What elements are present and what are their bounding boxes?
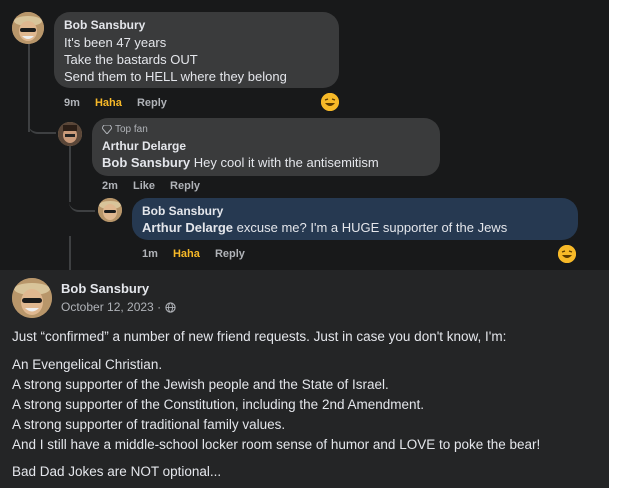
avatar[interactable] xyxy=(58,122,82,146)
post-date-text[interactable]: October 12, 2023 · xyxy=(61,300,161,314)
mention-link[interactable]: Bob Sansbury xyxy=(102,155,190,170)
thread-line xyxy=(69,236,71,270)
timestamp[interactable]: 9m xyxy=(64,97,80,109)
comment-author[interactable]: Bob Sansbury xyxy=(142,204,223,218)
comment-line: Take the bastards OUT xyxy=(64,52,198,67)
top-fan-badge: Top fan xyxy=(102,124,148,135)
timestamp[interactable]: 1m xyxy=(142,248,158,260)
reaction-button[interactable]: Haha xyxy=(173,248,200,260)
post-text: A strong supporter of traditional family… xyxy=(12,417,286,432)
mention-link[interactable]: Arthur Delarge xyxy=(142,220,233,235)
avatar[interactable] xyxy=(98,198,122,222)
post-date: October 12, 2023 · xyxy=(61,300,176,314)
comment-author[interactable]: Arthur Delarge xyxy=(102,139,186,153)
comment-text: It's been 47 years Take the bastards OUT… xyxy=(64,34,287,85)
comment-bubble: Bob Sansbury It's been 47 years Take the… xyxy=(54,12,339,88)
comment-bubble: Top fan Arthur Delarge Bob Sansbury Hey … xyxy=(92,118,440,176)
thread-connector xyxy=(28,110,56,134)
comment-line: It's been 47 years xyxy=(64,35,167,50)
reaction-button[interactable]: Haha xyxy=(95,97,122,109)
post-author[interactable]: Bob Sansbury xyxy=(61,281,149,296)
post-text: Bad Dad Jokes are NOT optional... xyxy=(12,464,222,479)
timestamp[interactable]: 2m xyxy=(102,180,118,192)
avatar[interactable] xyxy=(12,12,44,44)
post-author-avatar[interactable] xyxy=(12,278,52,318)
post-text: An Evengelical Christian. xyxy=(12,357,163,372)
comments-panel: Bob Sansbury It's been 47 years Take the… xyxy=(0,0,609,270)
comment-line: Send them to HELL where they belong xyxy=(64,69,287,84)
reply-bubble: Bob Sansbury Arthur Delarge excuse me? I… xyxy=(132,198,578,240)
diamond-icon xyxy=(102,125,112,134)
like-button[interactable]: Like xyxy=(133,180,155,192)
post-text: Just “confirmed” a number of new friend … xyxy=(12,329,507,344)
comment-actions: 1m Haha Reply xyxy=(142,248,257,260)
comment-actions: 2m Like Reply xyxy=(102,180,212,192)
reply-button[interactable]: Reply xyxy=(137,97,167,109)
comment-text: Arthur Delarge excuse me? I'm a HUGE sup… xyxy=(142,219,507,236)
globe-icon xyxy=(165,301,176,313)
badge-label: Top fan xyxy=(115,124,148,135)
reply-button[interactable]: Reply xyxy=(170,180,200,192)
laughing-emoji-icon[interactable] xyxy=(321,93,339,111)
post-text: A strong supporter of the Jewish people … xyxy=(12,377,389,392)
reply-button[interactable]: Reply xyxy=(215,248,245,260)
comment-text: Bob Sansbury Hey cool it with the antise… xyxy=(102,154,379,171)
comment-body: Hey cool it with the antisemitism xyxy=(193,155,379,170)
comment-author[interactable]: Bob Sansbury xyxy=(64,18,145,32)
comment-actions: 9m Haha Reply xyxy=(64,97,179,109)
post-text: A strong supporter of the Constitution, … xyxy=(12,397,425,412)
laughing-emoji-icon[interactable] xyxy=(558,245,576,263)
comment-body: excuse me? I'm a HUGE supporter of the J… xyxy=(236,220,508,235)
post-text: And I still have a middle-school locker … xyxy=(12,437,541,452)
thread-connector xyxy=(69,188,95,212)
